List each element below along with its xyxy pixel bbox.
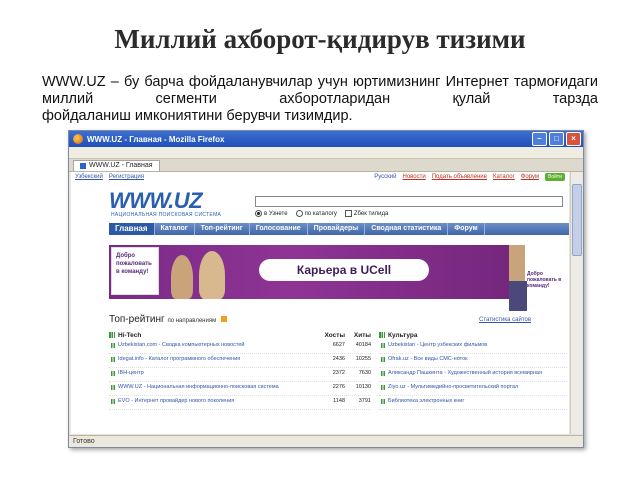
ucell-banner[interactable]: Добро пожаловать в команду! Карьера в UC…: [109, 245, 569, 299]
tab-wwwuz[interactable]: WWW.UZ - Главная: [73, 160, 160, 171]
site-statistics-link[interactable]: Статистика сайтов: [479, 317, 531, 323]
rating-bars-icon: [379, 332, 385, 338]
browser-window: WWW.UZ - Главная - Mozilla Firefox – □ ×…: [68, 130, 584, 448]
radio-checked-icon: [255, 210, 262, 217]
hitech-table: Hi-Tech Хосты Хиты Uzbekistan.com - Свод…: [109, 330, 371, 410]
banner-career-title: Карьера в UCell: [259, 259, 429, 281]
nav-link-russian[interactable]: Русский: [374, 174, 396, 180]
banner-person-image: [171, 255, 193, 299]
window-title: WWW.UZ - Главная - Mozilla Firefox: [87, 134, 225, 144]
favicon-icon: [80, 163, 86, 169]
nav-link-register[interactable]: Регистрация: [109, 174, 144, 180]
menu-item-forum[interactable]: Форум: [448, 223, 485, 235]
top-rating-heading: Топ-рейтинг по направлениям: [109, 314, 228, 325]
hitech-header: Hi-Tech Хосты Хиты: [109, 330, 371, 340]
hits-header: Хиты: [353, 331, 371, 339]
menu-item-home[interactable]: Главная: [109, 223, 155, 235]
tab-label: WWW.UZ - Главная: [89, 162, 153, 169]
slide-text-line-3: фойдаланиш имкониятини берувчи тизимдир.: [42, 108, 353, 124]
checkbox-icon: [344, 210, 352, 217]
slide-text: WWW.UZ – бу барча фойдаланувчилар учун ю…: [42, 74, 598, 125]
site-top-nav: Узбекский Регистрация Русский Новости По…: [71, 172, 569, 182]
search-option-uzbek[interactable]: Zбек тилида: [344, 210, 388, 217]
slide-title: Миллий ахборот-қидирув тизими: [114, 24, 526, 54]
list-item[interactable]: Uzbekistan - Центр узбекских фильмов: [379, 340, 567, 354]
title-bar[interactable]: WWW.UZ - Главная - Mozilla Firefox – □ ×: [69, 131, 583, 147]
table-row[interactable]: Uzbekistan.com - Сводка компьютерных нов…: [109, 340, 371, 354]
table-row[interactable]: WWW.UZ - Национальная информационно-поис…: [109, 382, 371, 396]
table-row[interactable]: IBH-центр 2372 7630: [109, 368, 371, 382]
status-bar: Готово: [69, 435, 583, 447]
hosts-header: Хосты: [324, 331, 345, 339]
firefox-icon: [73, 134, 83, 144]
vertical-scrollbar[interactable]: [570, 172, 582, 434]
list-item[interactable]: Ziyo.uz - Мультимедийно-просветительский…: [379, 382, 567, 396]
maximize-button[interactable]: □: [549, 132, 564, 146]
site-main-menu: Главная Каталог Топ-рейтинг Голосование …: [109, 223, 569, 235]
culture-header: Культура: [379, 330, 567, 340]
site-logo-subtitle: НАЦИОНАЛЬНАЯ ПОИСКОВАЯ СИСТЕМА: [111, 212, 222, 218]
search-input[interactable]: [255, 196, 563, 207]
search-option-uznet[interactable]: в Узнете: [255, 210, 288, 217]
dropdown-icon[interactable]: [221, 316, 228, 323]
table-row[interactable]: Idegat.info - Каталог программного обесп…: [109, 354, 371, 368]
menu-item-top-rating[interactable]: Топ-рейтинг: [195, 223, 250, 235]
side-ad[interactable]: Добро пожаловать в команду!: [509, 245, 569, 311]
browser-toolbar: [69, 147, 583, 159]
close-button[interactable]: ×: [566, 132, 581, 146]
list-item[interactable]: Библиотека электронных книг: [379, 396, 567, 410]
nav-link-forum[interactable]: Форум: [521, 174, 539, 180]
top-rating-subtitle: по направлениям: [167, 318, 217, 324]
tab-bar: WWW.UZ - Главная: [69, 159, 583, 172]
culture-table: Культура Uzbekistan - Центр узбекских фи…: [379, 330, 567, 410]
site-logo[interactable]: WWW.UZ: [109, 188, 203, 214]
login-button[interactable]: Войти: [545, 173, 565, 181]
scrollbar-thumb[interactable]: [572, 184, 582, 256]
page-content: Узбекский Регистрация Русский Новости По…: [71, 172, 569, 434]
slide-text-line-1: WWW.UZ – бу барча фойдаланувчилар учун ю…: [42, 74, 509, 90]
nav-link-uzbek[interactable]: Узбекский: [75, 174, 103, 180]
side-ad-promo: Добро пожаловать в команду!: [527, 271, 562, 289]
menu-item-catalog[interactable]: Каталог: [155, 223, 195, 235]
nav-link-catalog[interactable]: Каталог: [493, 174, 515, 180]
banner-person-image: [199, 251, 225, 299]
nav-link-post-ad[interactable]: Подать объявление: [432, 174, 487, 180]
table-row[interactable]: EVO - Интернет провайдер нового поколени…: [109, 396, 371, 410]
side-ad-person-image: [509, 245, 525, 281]
menu-item-voting[interactable]: Голосование: [250, 223, 308, 235]
menu-item-statistics[interactable]: Сводная статистика: [365, 223, 449, 235]
minimize-button[interactable]: –: [532, 132, 547, 146]
nav-link-news[interactable]: Новости: [402, 174, 425, 180]
radio-icon: [295, 210, 303, 217]
rating-bars-icon: [109, 332, 115, 338]
side-ad-person-image: [509, 281, 527, 311]
list-item[interactable]: Ofrak.uz - Все виды СМС-ноток: [379, 354, 567, 368]
search-option-catalog[interactable]: по каталогу: [295, 210, 337, 217]
list-item[interactable]: Аликсандр Пашкента - Художественный исто…: [379, 368, 567, 382]
menu-item-providers[interactable]: Провайдеры: [308, 223, 366, 235]
banner-promo: Добро пожаловать в команду!: [111, 247, 159, 295]
logo-row: WWW.UZ НАЦИОНАЛЬНАЯ ПОИСКОВАЯ СИСТЕМА в …: [71, 182, 569, 222]
search-options: в Узнете по каталогу Zбек тилида: [255, 210, 388, 217]
